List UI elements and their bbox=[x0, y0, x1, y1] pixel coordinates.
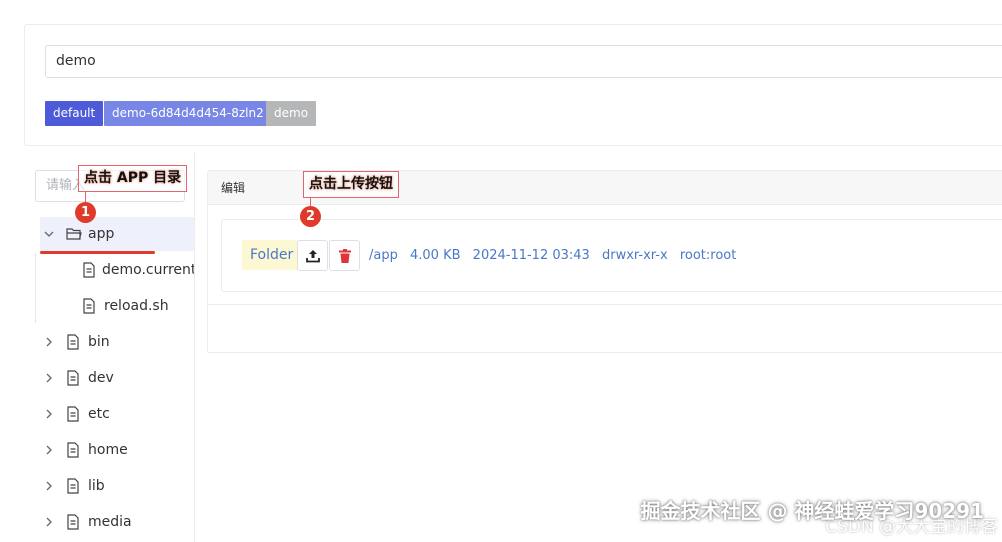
chevron-right-icon[interactable] bbox=[40, 444, 58, 456]
tree-item-bin[interactable]: bin bbox=[40, 325, 194, 359]
tag-pod[interactable]: demo-6d84d4d454-8zln2 bbox=[104, 101, 272, 126]
watermark-main: 掘金技术社区 @ 神经蛙爱学习90291 bbox=[640, 499, 984, 523]
file-permissions: drwxr-xr-x bbox=[601, 248, 668, 263]
tree-item-reload-sh[interactable]: reload.sh bbox=[82, 289, 194, 323]
annotation-step1: 点击 APP 目录 bbox=[78, 165, 188, 192]
tree-item-label: reload.sh bbox=[104, 298, 169, 314]
panel-title: 编辑 bbox=[221, 181, 246, 195]
tree-item-lib[interactable]: lib bbox=[40, 469, 194, 503]
file-size: 4.00 KB bbox=[410, 248, 461, 263]
annotation-connector-2 bbox=[310, 198, 311, 206]
file-modified: 2024-11-12 03:43 bbox=[472, 248, 590, 263]
tree-item-label: demo.current bbox=[102, 262, 194, 278]
file-icon bbox=[66, 406, 82, 422]
tree-item-label: app bbox=[88, 226, 115, 242]
file-icon bbox=[66, 334, 82, 350]
tree-item-label: lib bbox=[88, 478, 105, 494]
tree-item-label: media bbox=[88, 514, 132, 530]
tag-namespace[interactable]: default bbox=[45, 101, 104, 126]
chevron-right-icon[interactable] bbox=[40, 336, 58, 348]
tree-item-dev[interactable]: dev bbox=[40, 361, 194, 395]
annotation-badge-2: 2 bbox=[300, 206, 321, 227]
chevron-right-icon[interactable] bbox=[40, 408, 58, 420]
chevron-down-icon[interactable] bbox=[40, 228, 58, 240]
tree-item-home[interactable]: home bbox=[40, 433, 194, 467]
chevron-right-icon[interactable] bbox=[40, 480, 58, 492]
tag-container[interactable]: demo bbox=[266, 101, 317, 126]
namespace-input[interactable]: demo bbox=[45, 45, 1002, 78]
file-icon bbox=[66, 514, 82, 530]
tree-guide-line bbox=[35, 253, 36, 323]
tree-item-label: home bbox=[88, 442, 128, 458]
upload-button[interactable] bbox=[297, 240, 328, 271]
folder-open-icon bbox=[66, 226, 82, 242]
upload-icon bbox=[305, 248, 321, 264]
panel-divider bbox=[208, 304, 1002, 305]
file-icon bbox=[82, 298, 98, 314]
tree-item-label: etc bbox=[88, 406, 110, 422]
tree-item-etc[interactable]: etc bbox=[40, 397, 194, 431]
file-icon bbox=[66, 442, 82, 458]
namespace-card: demo default demo-6d84d4d454-8zln2 demo bbox=[24, 24, 1002, 146]
tree-item-label: dev bbox=[88, 370, 114, 386]
chevron-right-icon[interactable] bbox=[40, 516, 58, 528]
tree-item-label: bin bbox=[88, 334, 110, 350]
delete-button[interactable] bbox=[329, 240, 360, 271]
file-path: /app bbox=[369, 248, 398, 263]
tree-divider bbox=[194, 152, 195, 542]
file-owner: root:root bbox=[679, 248, 737, 263]
annotation-badge-1: 1 bbox=[75, 202, 96, 223]
annotation-connector-1 bbox=[85, 192, 86, 202]
file-icon bbox=[66, 478, 82, 494]
annotation-underline bbox=[40, 251, 155, 254]
file-icon bbox=[82, 262, 96, 278]
chevron-right-icon[interactable] bbox=[40, 372, 58, 384]
trash-icon bbox=[338, 248, 352, 264]
annotation-step2: 点击上传按钮 bbox=[303, 171, 399, 198]
file-row: Folder /app 4.00 KB 2024-11-12 03:43 drw… bbox=[221, 219, 1002, 292]
tree-item-demo-current[interactable]: demo.current bbox=[82, 253, 194, 287]
tree-item-app[interactable]: app bbox=[40, 217, 194, 251]
file-icon bbox=[66, 370, 82, 386]
tree-item-media[interactable]: media bbox=[40, 505, 194, 539]
file-meta: /app 4.00 KB 2024-11-12 03:43 drwxr-xr-x… bbox=[369, 240, 744, 271]
folder-type-tag: Folder bbox=[242, 240, 302, 270]
